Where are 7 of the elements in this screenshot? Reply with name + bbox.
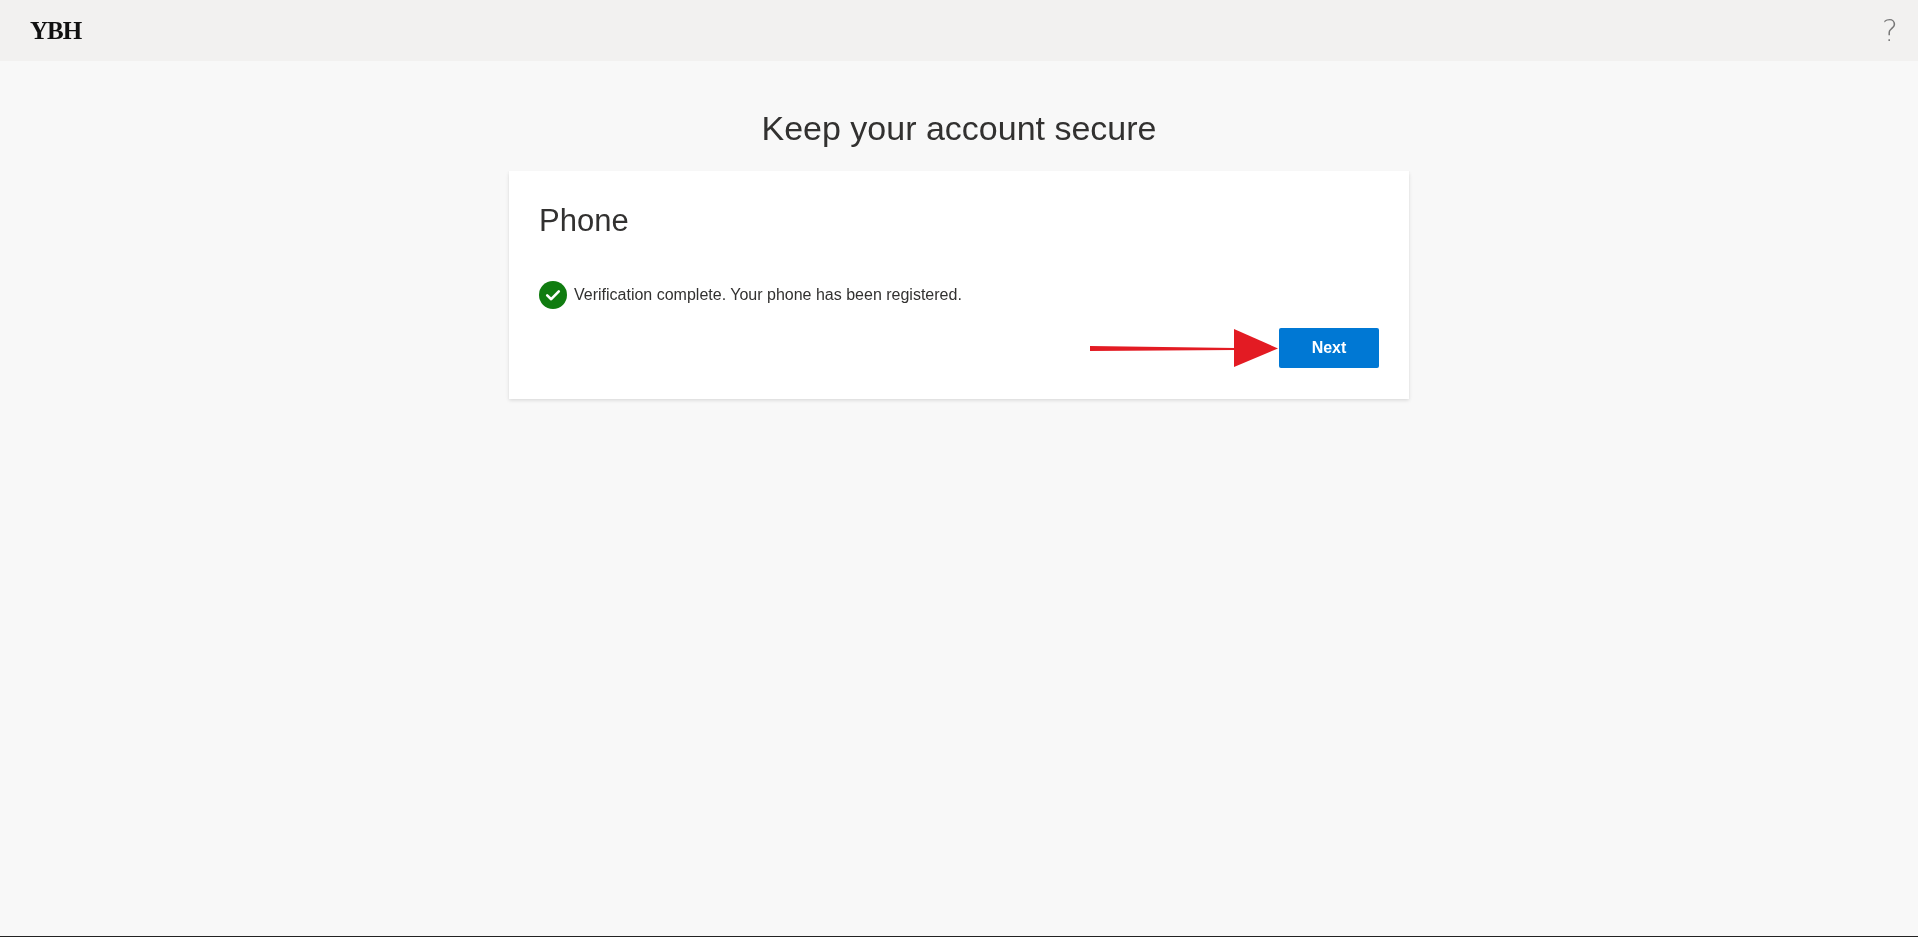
check-circle-icon (539, 281, 567, 309)
page-title: Keep your account secure (761, 108, 1157, 148)
status-message: Verification complete. Your phone has been registered. (574, 286, 962, 304)
logo: YBH (30, 18, 82, 43)
card-heading: Phone (539, 202, 630, 240)
help-button[interactable]: ? (1880, 15, 1900, 46)
next-button[interactable]: Next (1279, 328, 1379, 368)
